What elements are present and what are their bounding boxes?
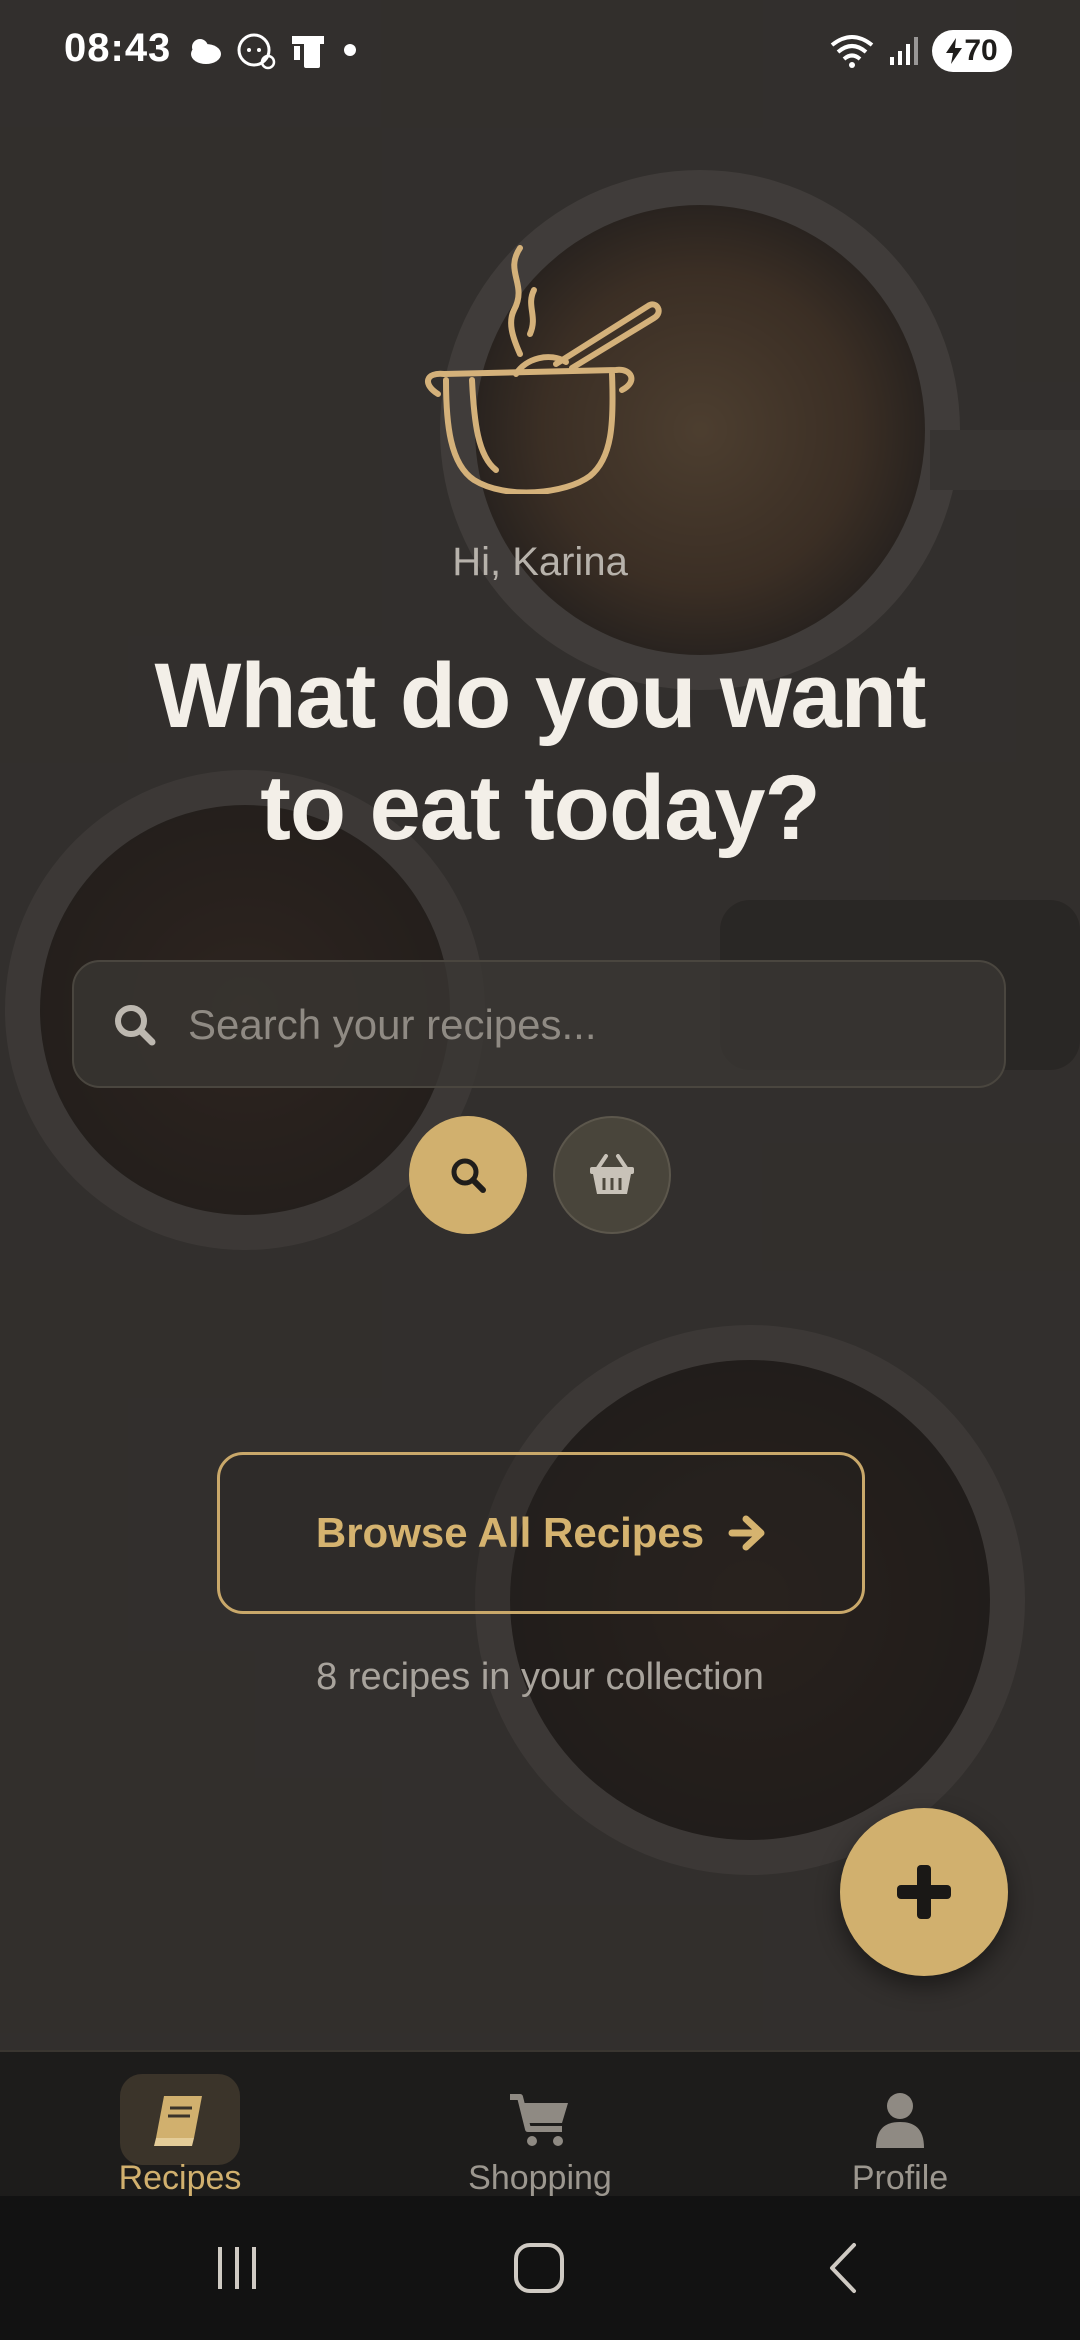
nav-label-shopping: Shopping	[468, 2159, 612, 2197]
nav-item-profile[interactable]: Profile	[720, 2052, 1080, 2198]
back-icon	[830, 2243, 856, 2293]
wifi-icon	[830, 35, 874, 68]
status-system-icons: 70	[830, 30, 1012, 72]
book-icon	[154, 2095, 202, 2146]
home-button[interactable]	[499, 2236, 579, 2300]
back-button[interactable]	[802, 2236, 882, 2300]
recents-icon	[218, 2247, 256, 2289]
dot-icon	[344, 44, 356, 56]
recipe-count-text: 8 recipes in your collection	[316, 1656, 764, 1698]
basket-button[interactable]	[553, 1116, 671, 1234]
add-recipe-button[interactable]	[840, 1808, 1008, 1976]
weather-icon	[191, 39, 221, 64]
status-notification-icons	[186, 30, 360, 70]
person-icon	[876, 2092, 924, 2148]
status-bar: 08:43 70	[0, 0, 1080, 104]
nav-item-shopping[interactable]: Shopping	[360, 2052, 720, 2198]
baby-face-icon	[237, 33, 276, 70]
battery-level: 70	[964, 34, 998, 67]
page-headline: What do you want to eat today?	[60, 640, 1020, 864]
home-icon	[514, 2243, 564, 2293]
search-icon	[115, 1005, 156, 1046]
search-bar[interactable]	[72, 960, 1006, 1088]
browse-all-recipes-button[interactable]: Browse All Recipes	[217, 1452, 865, 1614]
search-input[interactable]	[186, 962, 970, 1088]
system-navigation-bar	[0, 2196, 1080, 2340]
cart-icon	[510, 2093, 568, 2146]
search-button[interactable]	[409, 1116, 527, 1234]
nav-label-profile: Profile	[851, 2159, 949, 2197]
headline-line-2: to eat today?	[260, 757, 820, 859]
charging-bolt-icon	[946, 38, 963, 64]
search-icon	[451, 1158, 486, 1193]
nav-label-recipes: Recipes	[118, 2159, 242, 2197]
app-screen: 08:43 70 Hi, Karina What do you want to …	[0, 0, 1080, 2340]
greeting-text: Hi, Karina	[452, 540, 628, 584]
status-time: 08:43	[64, 26, 172, 70]
arrow-right-icon	[728, 1515, 765, 1551]
plus-icon	[897, 1865, 951, 1919]
device-icon	[292, 36, 324, 68]
bottom-navigation: Recipes Shopping Profile	[0, 2050, 1080, 2198]
signal-icon	[890, 37, 918, 65]
cooking-pot-icon	[425, 245, 662, 494]
browse-button-label: Browse All Recipes	[315, 1509, 705, 1556]
basket-icon	[590, 1154, 634, 1194]
recents-button[interactable]	[197, 2236, 277, 2300]
battery-icon: 70	[932, 30, 1012, 72]
headline-line-1: What do you want	[154, 645, 926, 747]
nav-active-indicator	[120, 2074, 240, 2165]
nav-item-recipes[interactable]: Recipes	[0, 2052, 360, 2198]
